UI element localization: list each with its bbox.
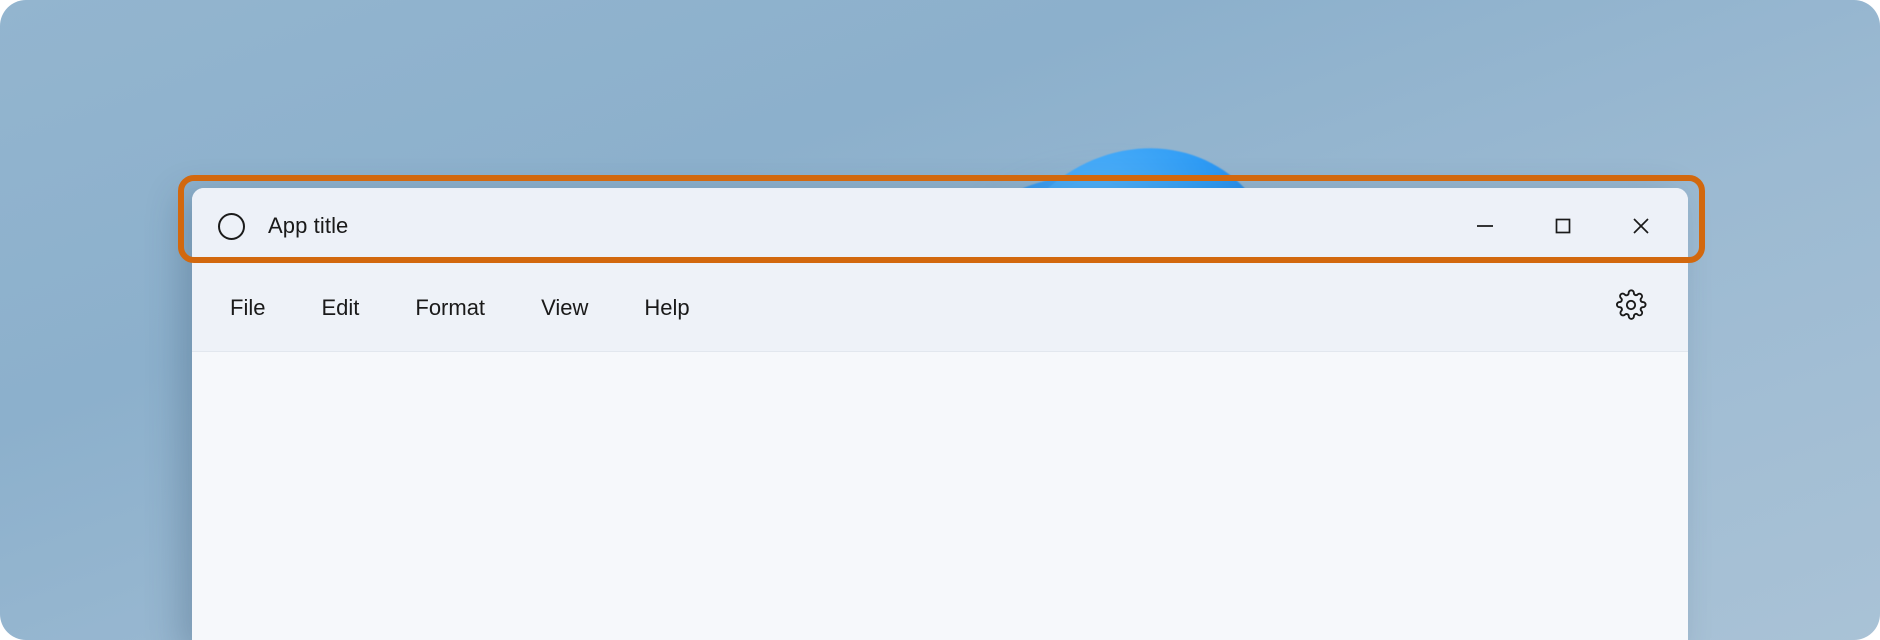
- title-bar[interactable]: App title: [192, 188, 1688, 264]
- window-controls: [1454, 188, 1688, 264]
- menu-item-view[interactable]: View: [527, 295, 602, 321]
- menu-bar: File Edit Format View Help: [192, 264, 1688, 352]
- circle-outline-icon: [218, 212, 245, 240]
- app-window: App title File Edit Format View Help: [192, 188, 1688, 640]
- menu-item-help[interactable]: Help: [630, 295, 703, 321]
- minimize-button[interactable]: [1454, 188, 1516, 264]
- page-title: App title: [268, 213, 349, 238]
- desktop-screen: App title File Edit Format View Help: [0, 0, 1880, 640]
- gear-icon: [1615, 289, 1647, 326]
- maximize-button[interactable]: [1532, 188, 1594, 264]
- close-icon: [1628, 213, 1654, 239]
- maximize-icon: [1550, 213, 1576, 239]
- content-area[interactable]: [192, 352, 1688, 640]
- menu-item-file[interactable]: File: [216, 295, 279, 321]
- close-button[interactable]: [1610, 188, 1672, 264]
- minimize-icon: [1472, 213, 1498, 239]
- settings-button[interactable]: [1610, 287, 1652, 329]
- menu-item-edit[interactable]: Edit: [307, 295, 373, 321]
- menu-item-format[interactable]: Format: [401, 295, 499, 321]
